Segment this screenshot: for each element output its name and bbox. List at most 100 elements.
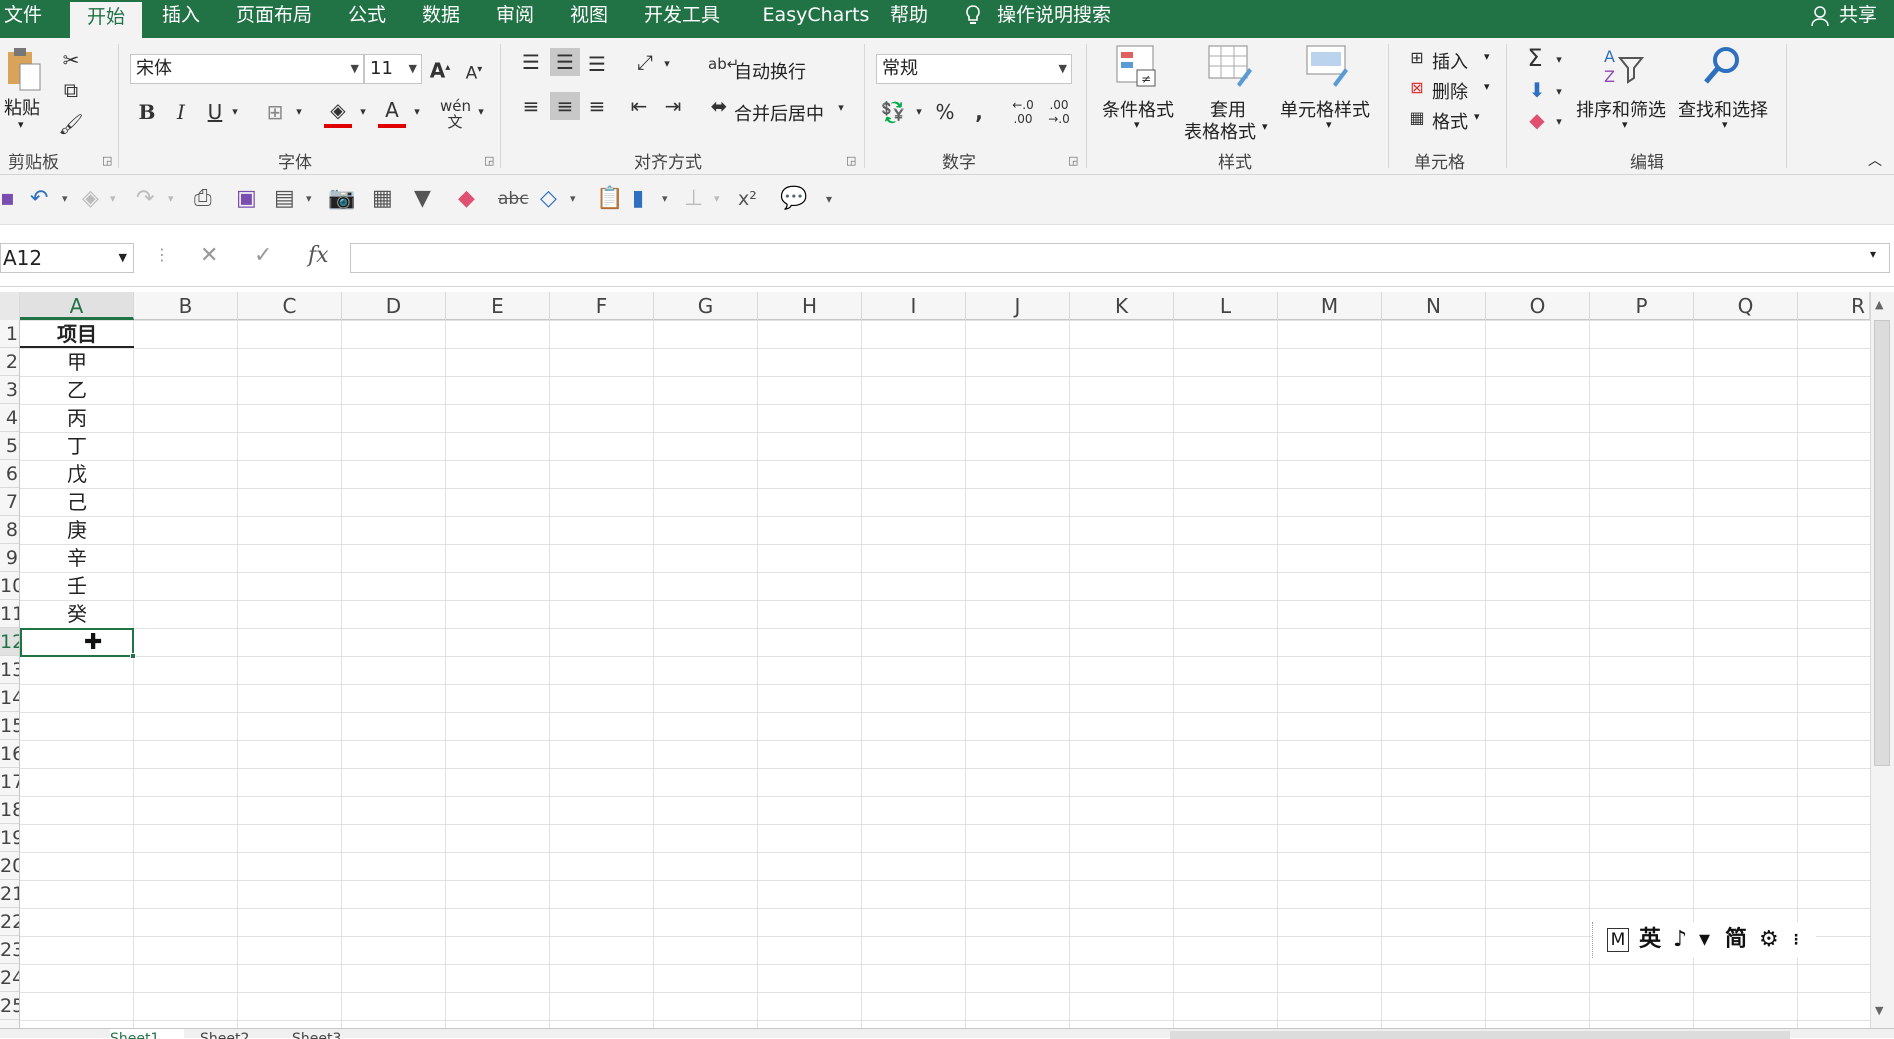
column-header[interactable]: I [862,292,966,320]
border-icon[interactable]: ⊞ [262,98,288,126]
chevron-down-icon[interactable]: ▾ [912,98,926,126]
active-cell-a12[interactable]: ✚ [20,628,136,659]
wrap-text-icon[interactable]: ab↵ [708,50,739,78]
chevron-down-icon[interactable]: ▾ [570,187,576,211]
insert-function-icon[interactable]: fx [308,243,329,268]
tab-home[interactable]: 开始 [70,0,142,38]
align-center-icon[interactable]: ≡ [550,92,580,120]
chevron-down-icon[interactable]: ▾ [292,98,306,126]
ime-punctuation-icon[interactable]: ♪ [1673,922,1687,958]
row-header[interactable]: 17 [0,768,19,796]
chevron-down-icon[interactable]: ▾ [1552,108,1566,136]
column-header[interactable]: H [758,292,862,320]
org-chart-icon[interactable]: ⊥ [684,187,703,211]
insert-cells-icon[interactable]: ⊞ [1404,44,1430,72]
conditional-format-icon[interactable]: ≠ [1114,44,1160,90]
row-header[interactable]: 11 [0,600,19,628]
row-header[interactable]: 1 [0,320,19,348]
customize-qat-icon[interactable]: ▾ [826,187,832,211]
format-cells-icon[interactable]: ▦ [1404,104,1430,132]
row-header[interactable]: 13 [0,656,19,684]
cell-styles-icon[interactable] [1304,44,1352,90]
chevron-down-icon[interactable]: ▾ [1484,80,1490,93]
chevron-down-icon[interactable]: ▾ [62,187,68,211]
chevron-down-icon[interactable]: ▾ [356,98,370,126]
row-header[interactable]: 22 [0,908,19,936]
delete-cells-icon[interactable]: ⊠ [1404,74,1430,102]
wrap-text-button[interactable]: 自动换行 [734,58,806,84]
column-header[interactable]: Q [1694,292,1798,320]
touch-mode-icon[interactable]: ◈ [82,187,99,211]
decrease-decimal-icon[interactable]: .00 →.0 [1044,98,1074,126]
increase-font-icon[interactable]: A▴ [428,54,452,85]
bold-icon[interactable]: B [134,98,160,126]
cell-a1[interactable]: 项目 [20,320,134,348]
chevron-down-icon[interactable]: ▾ [1552,78,1566,106]
ime-settings-icon[interactable]: ⚙ [1759,922,1779,958]
chevron-down-icon[interactable]: ▾ [1722,118,1728,131]
row-header[interactable]: 14 [0,684,19,712]
print-preview-icon[interactable]: ⎙ [194,187,212,211]
format-cells-button[interactable]: 格式 [1432,108,1468,134]
decrease-indent-icon[interactable]: ⇤ [626,92,652,120]
column-header[interactable]: G [654,292,758,320]
column-header[interactable]: F [550,292,654,320]
camera-icon[interactable]: 📷 [328,187,355,211]
cell-styles-button[interactable]: 单元格样式 [1280,96,1370,122]
chevron-down-icon[interactable]: ▾ [1474,110,1480,123]
chevron-down-icon[interactable]: ▾ [1552,46,1566,74]
cell-a2[interactable]: 甲 [20,348,134,376]
save-icon[interactable]: ▪ [0,187,15,211]
tab-data[interactable]: 数据 [420,0,462,38]
eraser-icon[interactable]: ◆ [458,187,475,211]
row-header[interactable]: 23 [0,936,19,964]
chevron-down-icon[interactable]: ▾ [306,187,312,211]
enter-icon[interactable]: ✓ [254,243,272,268]
chevron-down-icon[interactable]: ▾ [1326,118,1332,131]
tab-easycharts[interactable]: EasyCharts [756,0,876,38]
row-header[interactable]: 2 [0,348,19,376]
clipboard-launcher-icon[interactable]: ◲ [102,154,112,167]
row-header[interactable]: 3 [0,376,19,404]
save-as-icon[interactable]: ▣ [236,187,257,211]
cell-a7[interactable]: 己 [20,488,134,516]
name-box[interactable]: A12 ▼ [0,243,134,273]
underline-icon[interactable]: U [202,98,228,126]
column-header[interactable]: J [966,292,1070,320]
formula-input[interactable] [350,243,1890,273]
tab-help[interactable]: 帮助 [888,0,930,38]
cell-a6[interactable]: 戊 [20,460,134,488]
share-button[interactable]: 共享 [1836,0,1880,38]
chevron-down-icon[interactable]: ▾ [662,187,668,211]
tab-page-layout[interactable]: 页面布局 [234,0,314,38]
scroll-up-icon[interactable]: ▲ [1875,298,1883,311]
cell-a9[interactable]: 辛 [20,544,134,572]
chevron-down-icon[interactable]: ▾ [660,50,674,78]
tab-formulas[interactable]: 公式 [346,0,388,38]
column-header[interactable]: N [1382,292,1486,320]
font-launcher-icon[interactable]: ◲ [484,154,494,167]
cell-a8[interactable]: 庚 [20,516,134,544]
row-header[interactable]: 16 [0,740,19,768]
align-left-icon[interactable]: ≡ [518,92,544,120]
row-header[interactable]: 20 [0,852,19,880]
cell-a3[interactable]: 乙 [20,376,134,404]
format-as-table-line2[interactable]: 表格格式 [1184,118,1256,144]
column-header[interactable]: P [1590,292,1694,320]
tab-review[interactable]: 审阅 [494,0,536,38]
ime-more-icon[interactable]: ⋮ [1789,922,1803,958]
row-header[interactable]: 7 [0,488,19,516]
italic-icon[interactable]: I [168,98,194,126]
chevron-down-icon[interactable]: ▾ [1484,50,1490,63]
ime-language[interactable]: 英 [1639,922,1661,958]
accounting-format-icon[interactable]: 💱 [878,98,908,126]
row-header[interactable]: 25 [0,992,19,1020]
cell-a11[interactable]: 癸 [20,600,134,628]
scroll-down-icon[interactable]: ▼ [1875,1004,1883,1017]
column-header[interactable]: B [134,292,238,320]
paste-button[interactable]: 粘贴 [4,94,40,120]
vertical-scrollbar[interactable]: ▲ ▼ [1870,292,1894,1028]
chevron-down-icon[interactable]: ▾ [1134,118,1140,131]
increase-decimal-icon[interactable]: ←.0.00 [1008,98,1038,126]
row-header[interactable]: 24 [0,964,19,992]
